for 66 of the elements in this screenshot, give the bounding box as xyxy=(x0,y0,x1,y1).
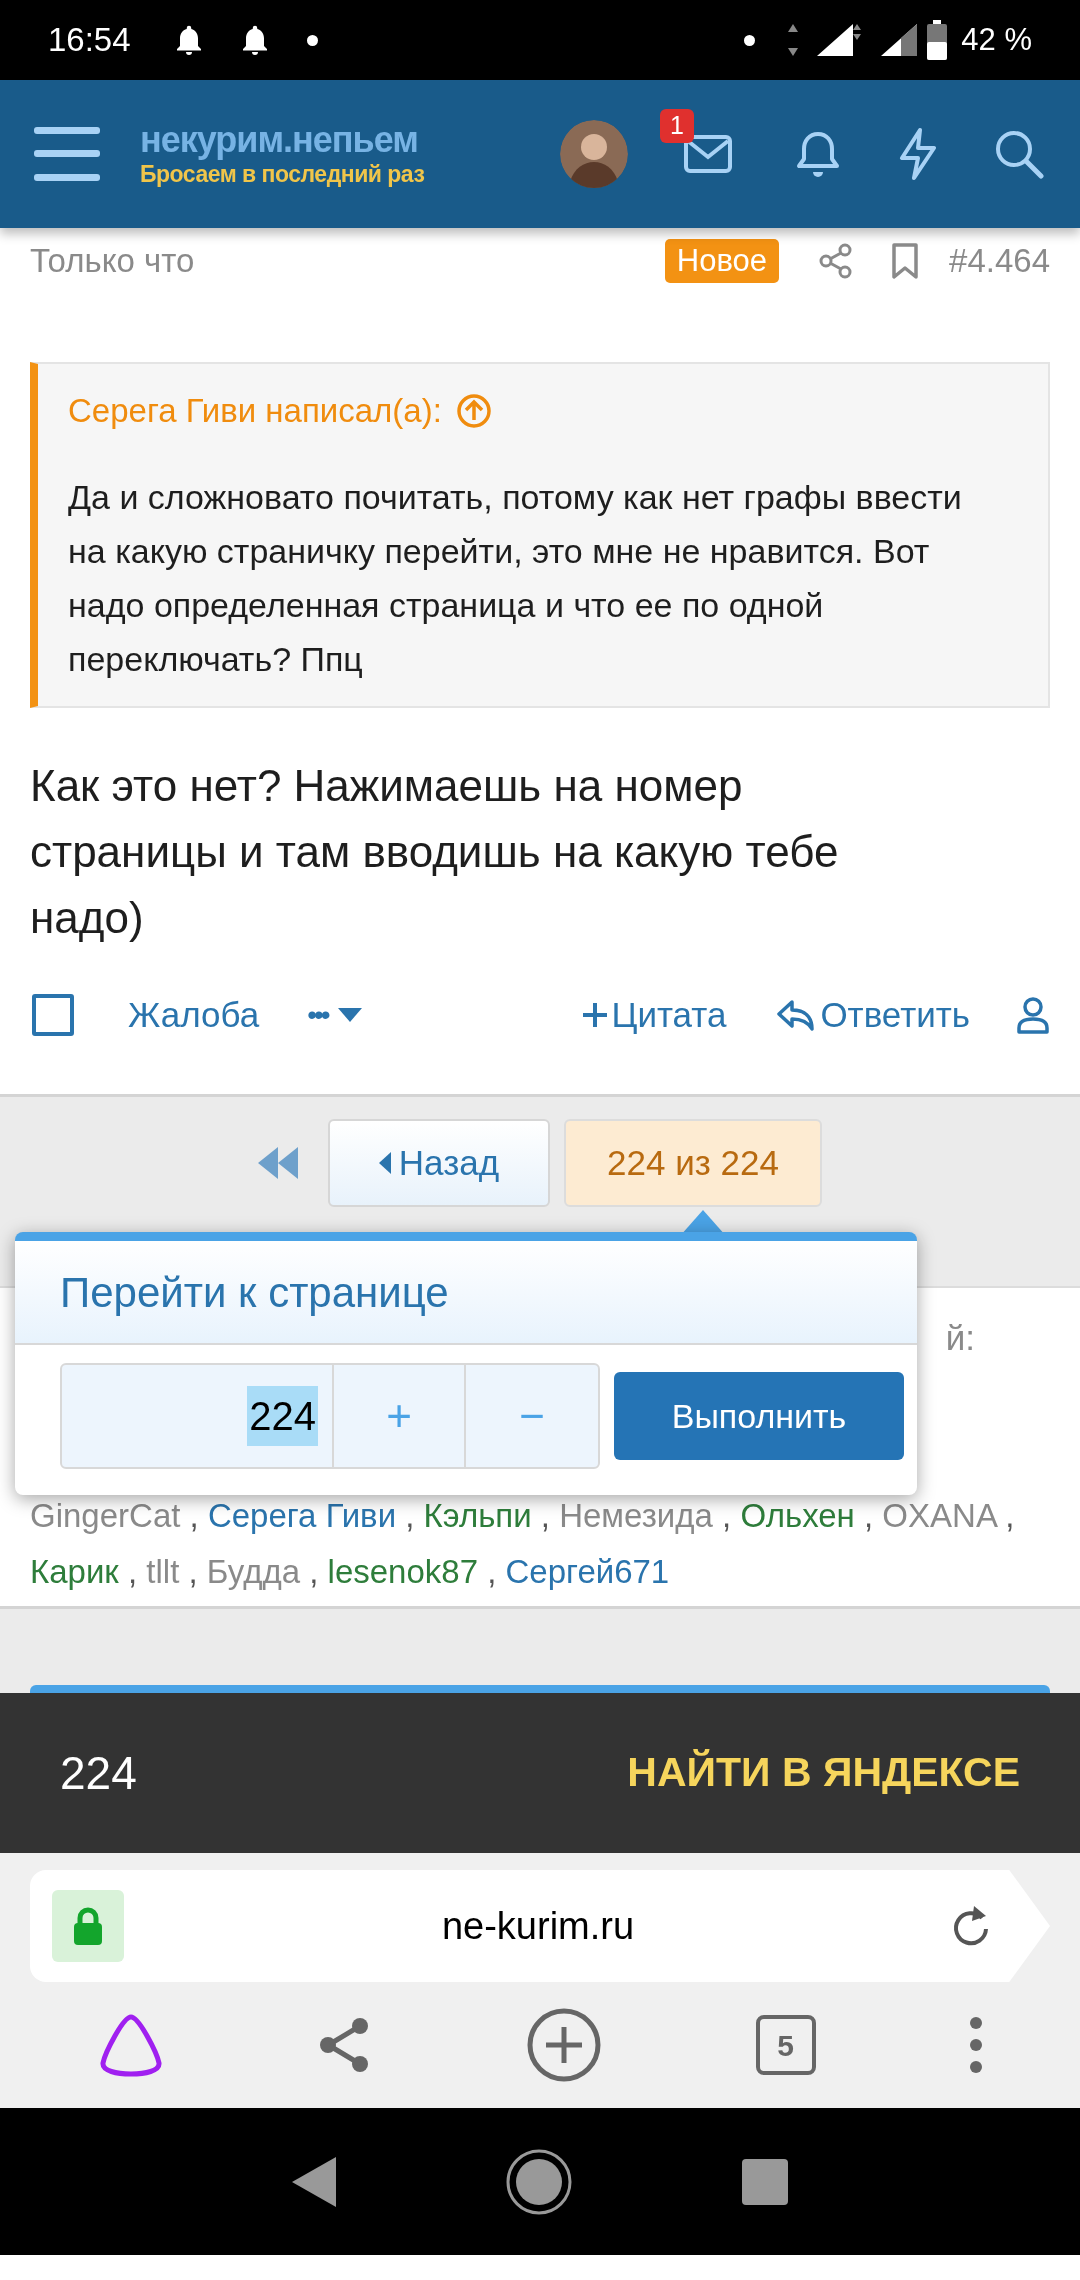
user-name[interactable]: Кэльпи xyxy=(423,1497,532,1534)
reply-icon xyxy=(776,999,817,1031)
reactions-label: й: xyxy=(945,1316,975,1359)
user-name[interactable]: Сергей671 xyxy=(505,1553,670,1590)
plus-icon xyxy=(581,1002,608,1028)
quote-link[interactable]: Цитата xyxy=(581,988,727,1042)
popup-title: Перейти к странице xyxy=(60,1267,449,1318)
caret-icon xyxy=(337,1008,362,1022)
user-name[interactable]: GingerCat xyxy=(30,1497,181,1534)
logo-title[interactable]: некурим.непьем xyxy=(140,122,425,158)
menu-icon[interactable] xyxy=(34,127,100,181)
logo-tagline: Бросаем в последний раз xyxy=(140,163,425,186)
separator: , xyxy=(540,1497,550,1534)
bookmark-icon[interactable] xyxy=(891,242,920,280)
separator: , xyxy=(188,1553,198,1590)
user-name[interactable]: Ольхен xyxy=(740,1497,855,1534)
address-bar[interactable]: ne-kurim.ru xyxy=(30,1870,1050,1982)
lightning-icon[interactable] xyxy=(898,128,938,180)
reply-link[interactable]: Ответить xyxy=(776,988,970,1042)
user-name[interactable]: Будда xyxy=(206,1553,301,1590)
suggestion-query[interactable]: 224 xyxy=(60,1738,137,1808)
lock-icon[interactable] xyxy=(52,1890,124,1962)
user-name[interactable]: lesenok87 xyxy=(327,1553,478,1590)
home-icon[interactable] xyxy=(506,2148,572,2215)
url-text[interactable]: ne-kurim.ru xyxy=(124,1897,952,1955)
user-name[interactable]: Карик xyxy=(30,1553,119,1590)
separator: , xyxy=(405,1497,415,1534)
select-checkbox[interactable] xyxy=(32,994,74,1036)
clock: 16:54 xyxy=(48,20,131,61)
separator: , xyxy=(309,1553,319,1590)
current-page-button[interactable]: 224 из 224 xyxy=(564,1119,822,1207)
user-name[interactable]: OXANA xyxy=(882,1497,997,1534)
separator: , xyxy=(487,1553,497,1590)
search-icon[interactable] xyxy=(994,129,1044,179)
user-name[interactable]: Немезида xyxy=(559,1497,713,1534)
separator: , xyxy=(1005,1497,1015,1534)
caret-icon xyxy=(378,1152,391,1174)
new-label: Новое xyxy=(664,239,780,283)
bell-icon[interactable] xyxy=(796,130,840,178)
user-name[interactable]: tllt xyxy=(146,1553,180,1590)
more-icon[interactable] xyxy=(969,2016,984,2074)
post-number[interactable]: #4.464 xyxy=(949,236,1050,286)
separator: , xyxy=(128,1553,138,1590)
battery-percent: 42 % xyxy=(961,20,1032,59)
user-name[interactable]: Серега Гиви xyxy=(207,1497,397,1534)
submit-button[interactable]: Выполнить xyxy=(614,1372,904,1460)
separator: , xyxy=(722,1497,732,1534)
back-button[interactable]: Назад xyxy=(328,1119,550,1207)
user-icon[interactable] xyxy=(1016,996,1050,1034)
back-icon[interactable] xyxy=(292,2156,336,2207)
quote-text: Да и сложновато почитать, потому как нет графы ввести на какую страничку перейти, это мне не нравится. Вот надо определенная страница и что ее по одной переключать? Ппц xyxy=(68,477,963,680)
search-yandex-button[interactable]: НАЙТИ В ЯНДЕКСЕ xyxy=(627,1742,1020,1804)
share-icon[interactable] xyxy=(819,243,854,279)
post-time[interactable]: Только что xyxy=(30,236,195,286)
separator: , xyxy=(189,1497,199,1534)
recents-icon[interactable] xyxy=(742,2158,788,2205)
battery-icon xyxy=(927,20,948,60)
tabs-count-button[interactable]: 5 xyxy=(755,2015,816,2075)
envelope-icon[interactable] xyxy=(684,135,732,173)
post-text: Как это нет? Нажимаешь на номер страницы и там вводишь на какую тебе надо) xyxy=(30,760,840,944)
notification-badge: 1 xyxy=(660,109,694,143)
avatar[interactable] xyxy=(560,120,628,188)
separator: , xyxy=(864,1497,874,1534)
report-link[interactable]: Жалоба xyxy=(128,988,260,1042)
new-tab-icon[interactable] xyxy=(526,2007,602,2083)
more-menu[interactable]: ••• xyxy=(307,994,362,1036)
